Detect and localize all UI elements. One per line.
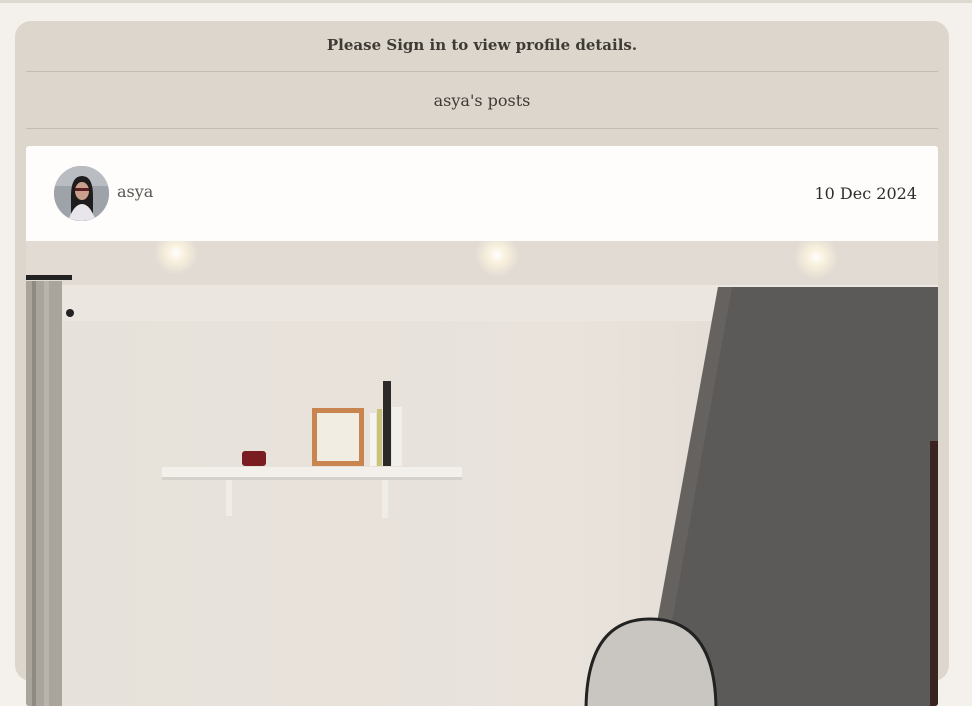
post-date: 10 Dec 2024 <box>814 184 917 203</box>
divider <box>26 128 938 129</box>
sign-in-notice: Please Sign in to view profile details. <box>326 36 638 54</box>
user-avatar-icon[interactable] <box>54 166 109 221</box>
room-interior-photo-icon <box>26 231 938 706</box>
profile-panel: Please Sign in to view profile details. … <box>15 21 949 706</box>
post-author[interactable]: asya <box>117 182 153 201</box>
post-header: asya 10 Dec 2024 <box>26 146 938 241</box>
post-card[interactable]: asya 10 Dec 2024 <box>26 146 938 706</box>
post-image[interactable] <box>26 231 938 706</box>
posts-heading: asya's posts <box>433 90 531 110</box>
top-border <box>0 0 972 3</box>
divider <box>26 71 938 72</box>
